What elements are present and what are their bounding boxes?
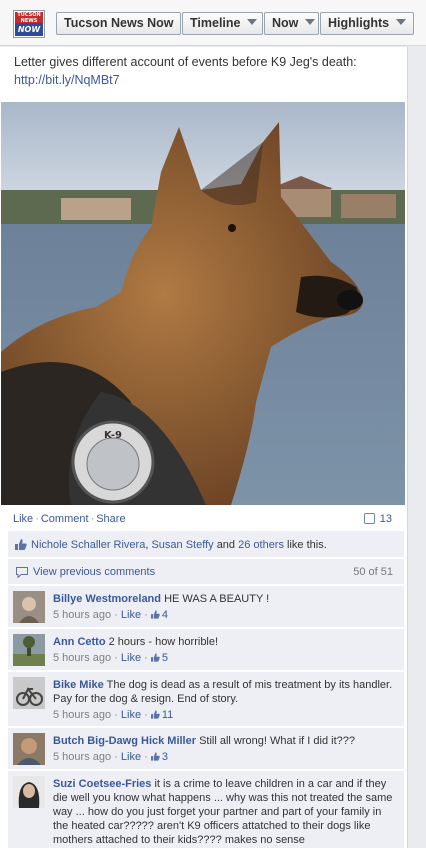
comment-like-link[interactable]: Like — [121, 652, 141, 664]
comment-text: Still all wrong! What if I did it??? — [199, 735, 355, 747]
post-actions: Like · Comment · Share — [13, 513, 126, 525]
logo-text-bottom: NOW — [15, 23, 43, 36]
highlights-dropdown[interactable]: Highlights — [320, 12, 414, 35]
comment-item: Billye Westmoreland HE WAS A BEAUTY ! 5 … — [8, 586, 404, 628]
avatar[interactable] — [13, 591, 45, 623]
comment-time[interactable]: 5 hours ago — [53, 609, 111, 621]
comment-like-link[interactable]: Like — [121, 609, 141, 621]
highlights-label: Highlights — [328, 16, 390, 30]
comments-pager-count: 50 of 51 — [353, 566, 393, 578]
likes-others-link[interactable]: 26 others — [238, 539, 284, 551]
comment-like-link[interactable]: Like — [121, 751, 141, 763]
thumbs-up-icon — [150, 752, 160, 761]
comment-text: The dog is dead as a result of mis treat… — [53, 679, 393, 705]
liker-1[interactable]: Nichole Schaller Rivera — [31, 539, 145, 551]
comment-like-count[interactable]: 3 — [162, 751, 168, 763]
comment-author[interactable]: Butch Big-Dawg Hick Miller — [53, 735, 196, 747]
view-previous-comments-link[interactable]: View previous comments — [33, 566, 155, 578]
now-label: Now — [272, 16, 299, 30]
comment-like-count[interactable]: 4 — [162, 609, 168, 621]
comment-link[interactable]: Comment — [41, 513, 89, 525]
comment-text: 2 hours - how horrible! — [108, 636, 219, 648]
thumbs-up-icon — [15, 539, 27, 550]
avatar[interactable] — [13, 677, 45, 709]
comment-author[interactable]: Billye Westmoreland — [53, 593, 161, 605]
thumbs-up-icon — [150, 610, 160, 619]
likes-suffix: like this. — [287, 539, 327, 551]
share-link[interactable]: Share — [96, 513, 125, 525]
comment-time[interactable]: 5 hours ago — [53, 709, 111, 721]
page-name-label: Tucson News Now — [64, 16, 174, 30]
comments-count-value: 13 — [379, 513, 392, 525]
page-logo[interactable]: TUCSON NEWS NOW — [13, 10, 45, 38]
comment-like-link[interactable]: Like — [121, 709, 141, 721]
chevron-down-icon — [247, 19, 258, 25]
post-photo[interactable]: K-9 — [1, 102, 405, 505]
comment-time[interactable]: 5 hours ago — [53, 652, 111, 664]
comments-count[interactable]: 13 — [363, 513, 392, 525]
comment-bubble-icon — [16, 567, 28, 578]
like-link[interactable]: Like — [13, 513, 33, 525]
top-bar: TUCSON NEWS NOW Tucson News Now Timeline… — [0, 0, 426, 46]
comment-author[interactable]: Ann Cetto — [53, 636, 106, 648]
comment-item: Ann Cetto 2 hours - how horrible! 5 hour… — [8, 629, 404, 671]
comment-item: Bike Mike The dog is dead as a result of… — [8, 672, 404, 727]
comment-time[interactable]: 5 hours ago — [53, 751, 111, 763]
post-text: Letter gives different account of events… — [14, 55, 357, 69]
likes-and: and — [216, 539, 236, 551]
comment-like-count[interactable]: 5 — [162, 652, 168, 664]
page-name-button[interactable]: Tucson News Now — [56, 12, 181, 35]
chevron-down-icon — [305, 19, 316, 25]
comment-text: HE WAS A BEAUTY ! — [164, 593, 270, 605]
thumbs-up-icon — [150, 653, 160, 662]
liker-2[interactable]: Susan Steffy — [151, 539, 213, 551]
avatar[interactable] — [13, 776, 45, 808]
now-dropdown[interactable]: Now — [264, 12, 319, 35]
comment-bubble-icon — [363, 513, 375, 524]
comment-author[interactable]: Bike Mike — [53, 679, 104, 691]
likes-summary: Nichole Schaller Rivera, Susan Steffy an… — [8, 531, 404, 558]
avatar[interactable] — [13, 733, 45, 765]
avatar[interactable] — [13, 634, 45, 666]
timeline-dropdown[interactable]: Timeline — [182, 12, 263, 35]
comment-like-count[interactable]: 11 — [162, 709, 173, 721]
comment-item: Suzi Coetsee-Fries it is a crime to leav… — [8, 771, 404, 848]
timeline-post: Letter gives different account of events… — [0, 47, 408, 848]
comment-author[interactable]: Suzi Coetsee-Fries — [53, 778, 151, 790]
patch-text: K-9 — [104, 430, 122, 441]
post-link[interactable]: http://bit.ly/NqMBt7 — [14, 73, 120, 87]
timeline-label: Timeline — [190, 16, 241, 30]
view-previous-row: View previous comments 50 of 51 — [8, 559, 404, 585]
thumbs-up-icon — [150, 710, 160, 719]
post-message: Letter gives different account of events… — [14, 53, 399, 89]
chevron-down-icon — [396, 19, 407, 25]
k9-dog-photo: K-9 — [1, 102, 405, 505]
comment-item: Butch Big-Dawg Hick Miller Still all wro… — [8, 728, 404, 770]
